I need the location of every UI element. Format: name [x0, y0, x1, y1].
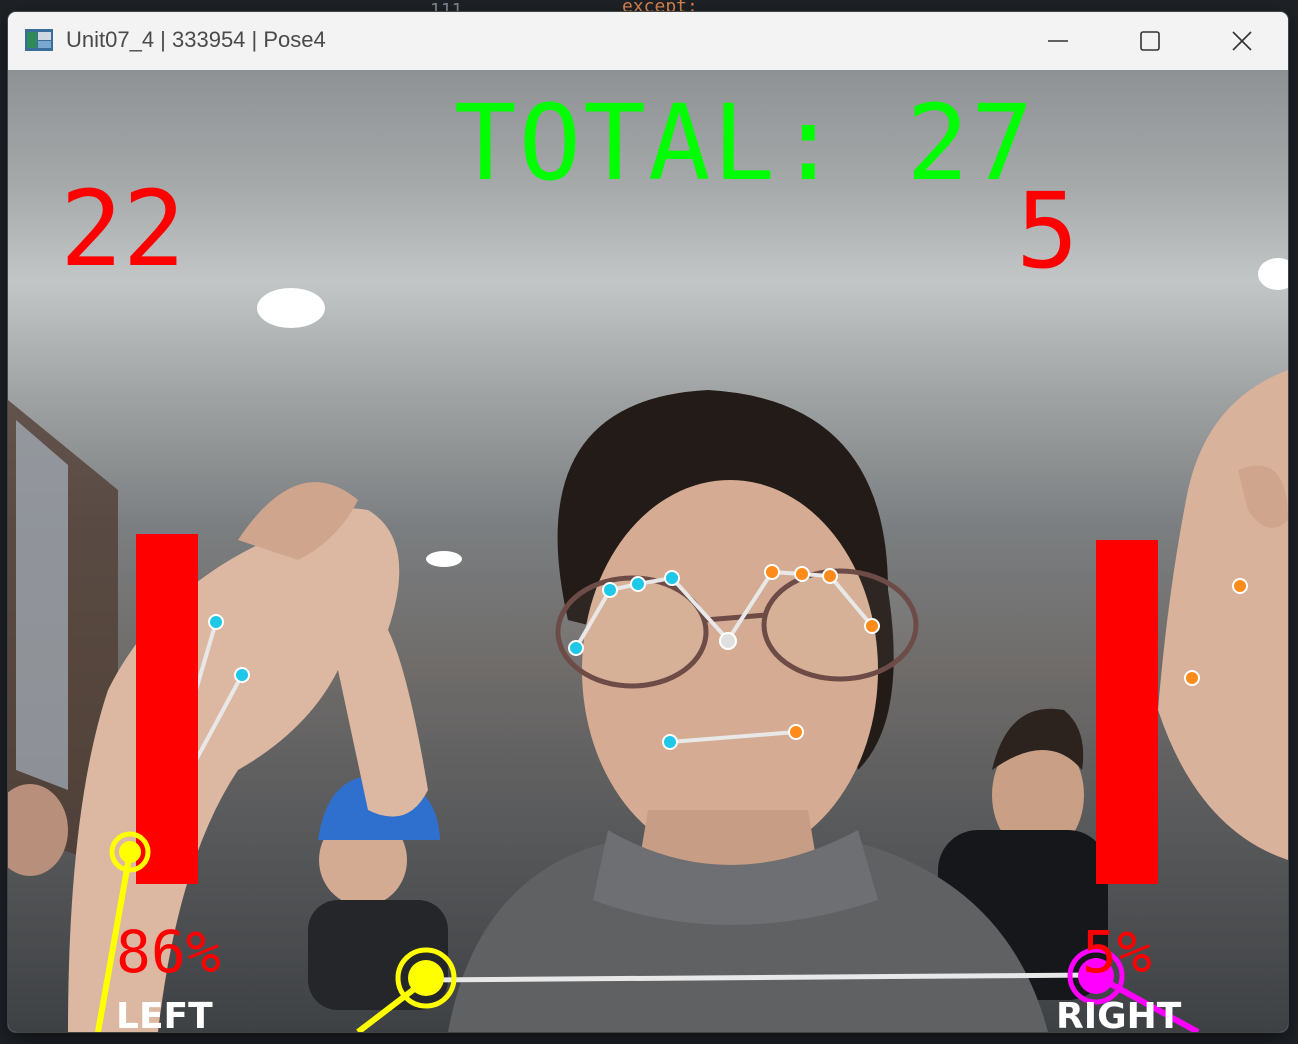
left-level-bar — [136, 534, 198, 884]
keypoint-nose — [719, 632, 737, 650]
keypoint-left — [602, 582, 618, 598]
app-icon — [25, 29, 53, 51]
window-glass — [16, 420, 68, 790]
keypoint-left — [568, 640, 584, 656]
keypoint-right — [822, 568, 838, 584]
maximize-button[interactable] — [1104, 12, 1196, 70]
maximize-icon — [1140, 31, 1160, 51]
left-slider-handle — [408, 960, 444, 996]
keypoint-right — [794, 566, 810, 582]
keypoint-right-wrist — [1232, 578, 1248, 594]
keypoint-left-elbow — [234, 667, 250, 683]
keypoint-left-wrist — [208, 614, 224, 630]
keypoint-left — [664, 570, 680, 586]
keypoint-mouth-right — [788, 724, 804, 740]
glasses-left-lens — [555, 575, 709, 689]
right-hand — [1158, 370, 1288, 860]
keypoint-right-elbow — [1184, 670, 1200, 686]
close-button[interactable] — [1196, 12, 1288, 70]
keypoint-right — [764, 564, 780, 580]
keypoint-mouth-left — [662, 734, 678, 750]
minimize-icon — [1048, 40, 1068, 42]
ceiling-light — [1258, 258, 1288, 290]
right-percent: 5% — [1082, 918, 1152, 986]
left-label: LEFT — [116, 996, 213, 1032]
camera-scene — [8, 258, 1288, 1032]
total-count: TOTAL: 27 — [454, 82, 1036, 204]
right-count: 5 — [1016, 170, 1079, 292]
left-arm-dot — [119, 841, 141, 863]
keypoint-left — [630, 576, 646, 592]
left-count: 22 — [60, 168, 186, 290]
minimize-button[interactable] — [1012, 12, 1104, 70]
camera-feed: TOTAL: 27 22 5 86% 5% LEFT RIGHT — [8, 70, 1288, 1032]
title-bar[interactable]: Unit07_4 | 333954 | Pose4 — [8, 12, 1288, 70]
ceiling-light — [426, 551, 462, 567]
right-label: RIGHT — [1056, 996, 1182, 1032]
app-window: Unit07_4 | 333954 | Pose4 TOTAL: 27 22 5… — [8, 12, 1288, 1032]
ceiling-light — [257, 288, 325, 328]
close-icon — [1232, 31, 1252, 51]
right-level-bar — [1096, 540, 1158, 884]
window-title: Unit07_4 | 333954 | Pose4 — [66, 27, 326, 52]
left-percent: 86% — [116, 918, 221, 986]
keypoint-right — [864, 618, 880, 634]
